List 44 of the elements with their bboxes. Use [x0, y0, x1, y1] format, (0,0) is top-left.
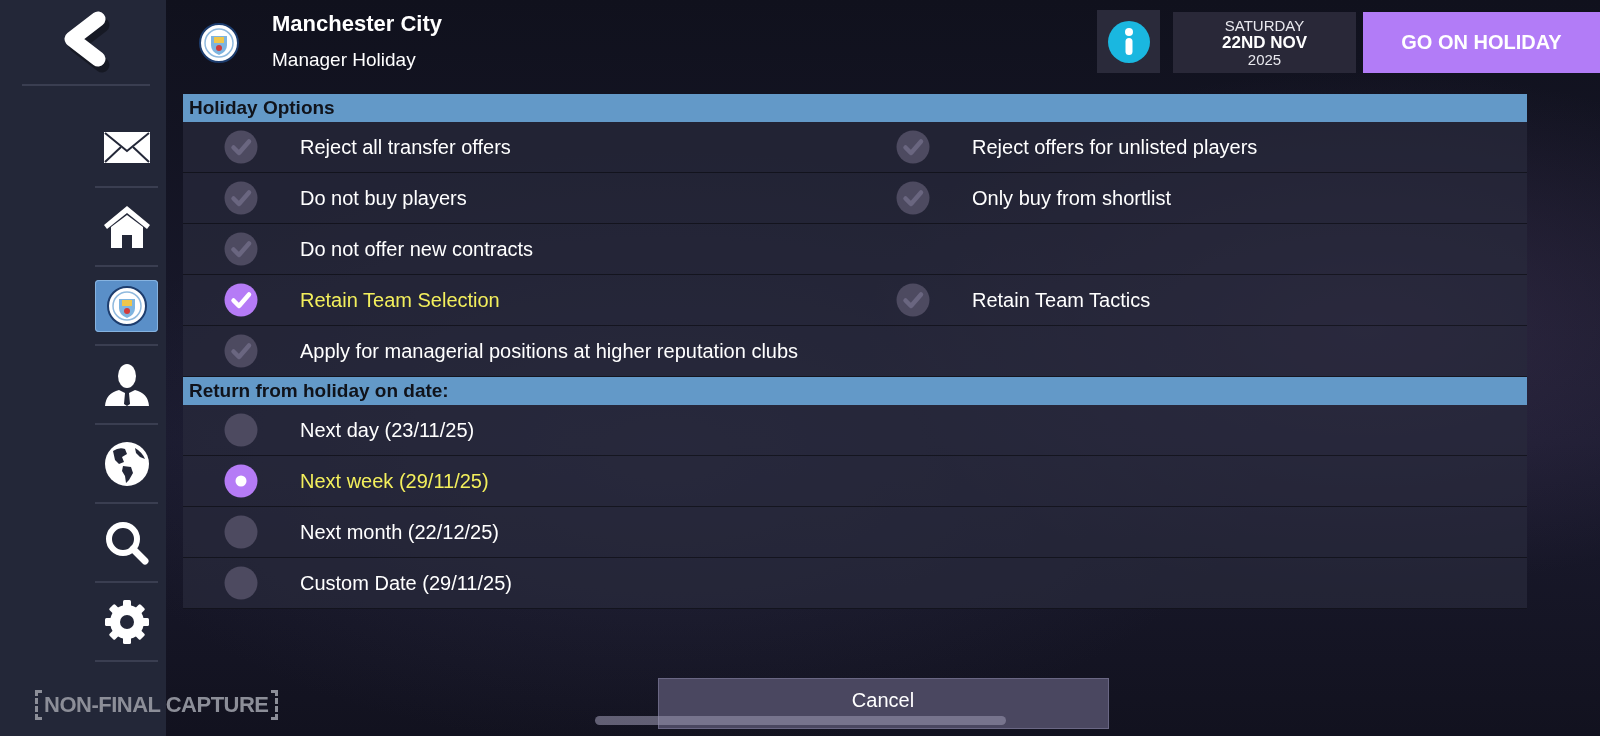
option-label: Custom Date (29/11/25)	[300, 571, 512, 595]
year-label: 2025	[1247, 51, 1282, 68]
radio-button[interactable]	[224, 413, 258, 447]
weekday-label: SATURDAY	[1224, 17, 1305, 34]
date-label: 22ND NOV	[1222, 34, 1307, 51]
person-icon	[104, 363, 149, 406]
radio-button[interactable]	[224, 515, 258, 549]
option-label: Apply for managerial positions at higher reputation clubs	[300, 339, 799, 363]
checkbox[interactable]	[224, 283, 258, 317]
option-label: Reject all transfer offers	[300, 135, 511, 159]
crest-icon	[106, 285, 147, 326]
home-icon	[103, 205, 150, 248]
option-label: Only buy from shortlist	[972, 186, 1171, 210]
option-label: Next day (23/11/25)	[300, 418, 475, 442]
option-label: Reject offers for unlisted players	[972, 135, 1258, 159]
info-button[interactable]	[1097, 10, 1160, 73]
cancel-button[interactable]: Cancel	[657, 678, 1109, 729]
option-label: Retain Team Selection	[300, 288, 500, 312]
radio-button[interactable]	[224, 464, 258, 498]
section-header: Return from holiday on date:	[183, 377, 1527, 405]
nav-button[interactable]	[95, 279, 158, 332]
option-label: Next month (22/12/25)	[300, 520, 499, 544]
option-label: Do not buy players	[300, 186, 467, 210]
settings-icon	[104, 599, 149, 644]
checkbox[interactable]	[896, 181, 930, 215]
checkbox[interactable]	[896, 130, 930, 164]
section-header: Holiday Options	[183, 94, 1527, 122]
crest-icon	[199, 23, 239, 63]
info-icon	[1107, 20, 1150, 63]
radio-button[interactable]	[224, 566, 258, 600]
screen-subtitle: Manager Holiday	[272, 48, 417, 72]
option-label: Do not offer new contracts	[300, 237, 534, 261]
globe-icon	[104, 441, 149, 486]
envelope-icon	[103, 132, 150, 163]
checkbox[interactable]	[896, 283, 930, 317]
checkbox[interactable]	[224, 181, 258, 215]
checkbox[interactable]	[224, 130, 258, 164]
checkbox[interactable]	[224, 334, 258, 368]
option-label: Next week (29/11/25)	[300, 469, 489, 493]
club-title: Manchester City	[272, 10, 442, 38]
option-label: Retain Team Tactics	[972, 288, 1151, 312]
checkbox[interactable]	[224, 232, 258, 266]
search-icon	[104, 520, 149, 565]
capture-stamp: NON-FINAL CAPTURE	[35, 690, 278, 720]
